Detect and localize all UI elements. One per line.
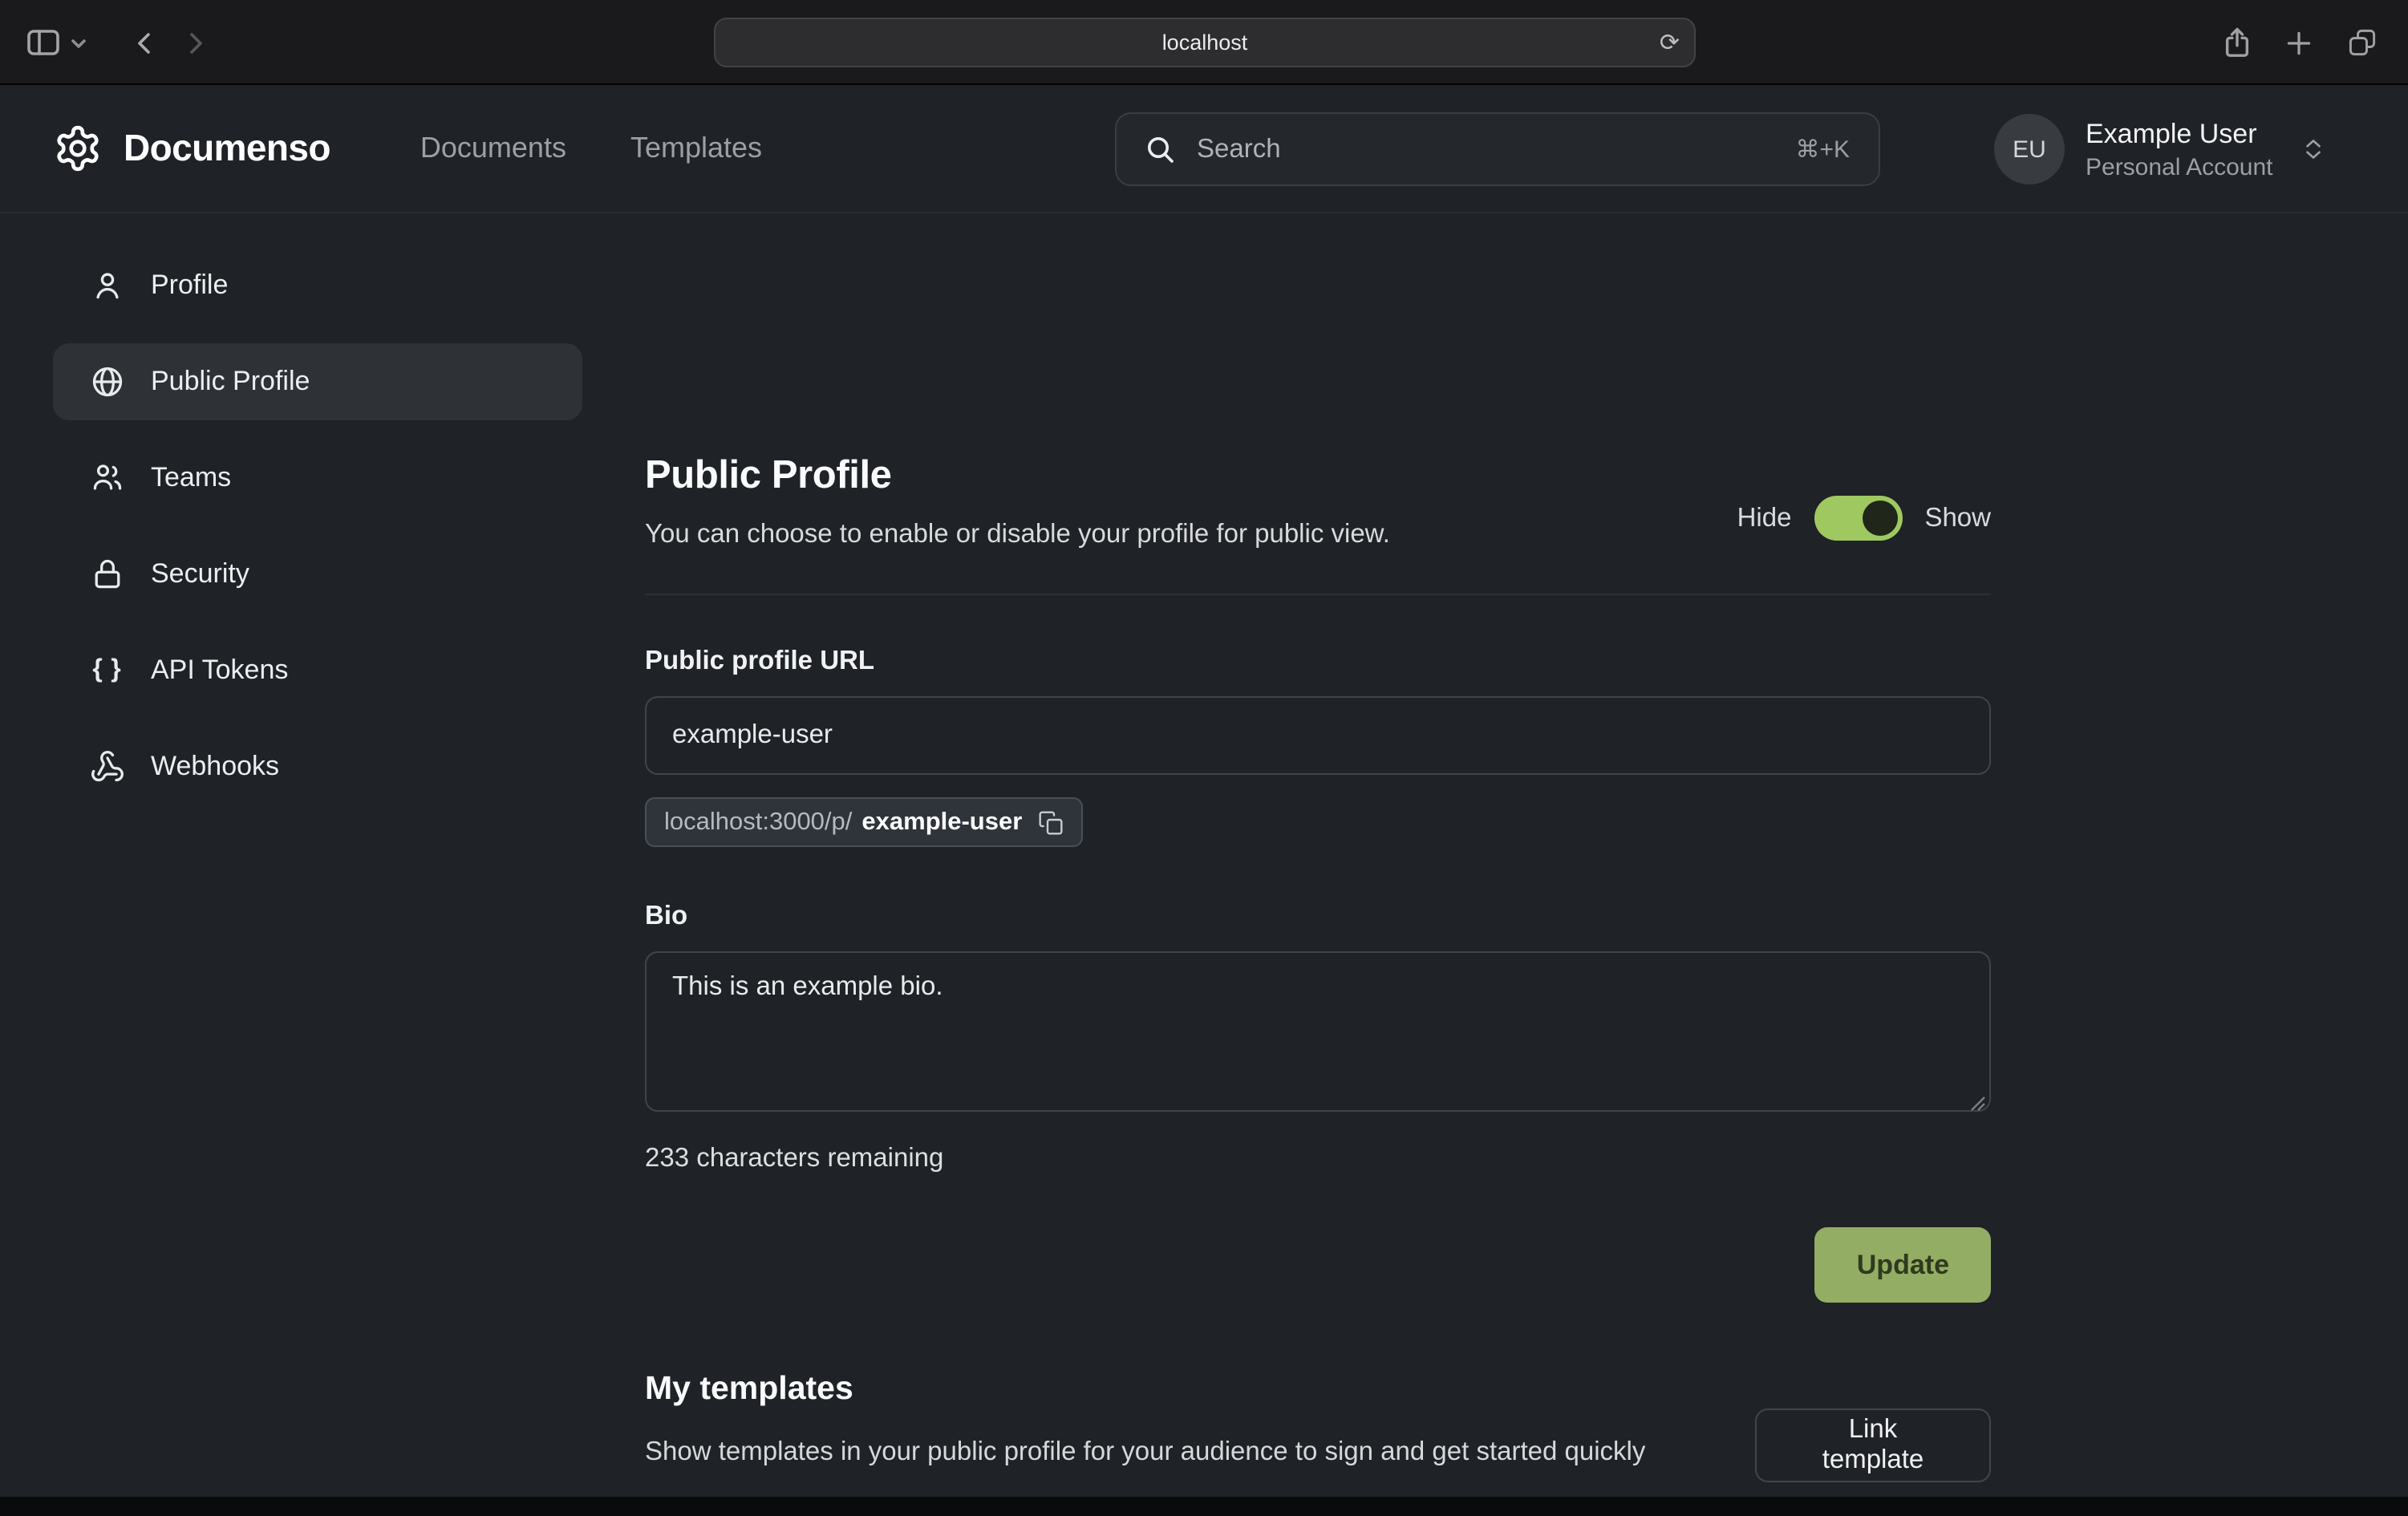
forward-icon[interactable] — [183, 28, 209, 57]
users-icon — [88, 460, 127, 496]
page-subtitle: You can choose to enable or disable your… — [645, 520, 1390, 550]
url-text: localhost — [1162, 30, 1248, 55]
sidebar-item-label: Security — [151, 558, 249, 590]
back-icon[interactable] — [132, 28, 157, 57]
braces-icon: { } — [88, 656, 127, 685]
my-templates-title: My templates — [645, 1370, 1991, 1409]
page-title: Public Profile — [645, 454, 1390, 499]
sidebar-item-label: Profile — [151, 270, 228, 302]
avatar: EU — [1994, 114, 2065, 184]
new-tab-icon[interactable] — [2284, 28, 2313, 57]
characters-remaining: 233 characters remaining — [645, 1144, 1991, 1174]
bio-textarea[interactable]: This is an example bio. — [645, 951, 1991, 1112]
top-nav: Documents Templates — [420, 132, 762, 165]
show-label: Show — [1924, 503, 1991, 533]
resize-grip[interactable] — [1970, 1096, 1986, 1112]
public-url-chip[interactable]: localhost:3000/p/ example-user — [645, 797, 1083, 847]
app-window: localhost ⟳ Documenso Documents Template… — [0, 0, 2408, 1516]
globe-icon — [88, 364, 127, 399]
reload-icon[interactable]: ⟳ — [1660, 30, 1680, 55]
app-header: Documenso Documents Templates Search ⌘+K… — [0, 85, 2408, 213]
sidebar-item-public-profile[interactable]: Public Profile — [53, 343, 582, 420]
toggle-knob — [1862, 501, 1897, 536]
address-bar[interactable]: localhost ⟳ — [714, 18, 1696, 67]
sidebar-item-label: Teams — [151, 462, 231, 494]
share-icon[interactable] — [2222, 26, 2252, 59]
browser-toolbar: localhost ⟳ — [0, 0, 2408, 85]
documenso-logo-icon — [53, 124, 103, 173]
chevrons-up-down-icon — [2299, 133, 2328, 165]
nav-documents[interactable]: Documents — [420, 132, 566, 165]
url-field-label: Public profile URL — [645, 647, 1991, 677]
app-body: Profile Public Profile Teams Security — [0, 213, 2408, 1497]
nav-templates[interactable]: Templates — [630, 132, 762, 165]
search-icon — [1145, 134, 1176, 164]
settings-sidebar: Profile Public Profile Teams Security — [53, 247, 582, 805]
divider — [645, 594, 1991, 595]
sidebar-item-profile[interactable]: Profile — [53, 247, 582, 324]
profile-visibility-toggle[interactable] — [1814, 496, 1902, 541]
url-prefix: localhost:3000/p/ — [664, 808, 852, 837]
link-template-button[interactable]: Link template — [1755, 1409, 1991, 1482]
hide-label: Hide — [1737, 503, 1792, 533]
user-name: Example User — [2086, 118, 2273, 150]
copy-icon[interactable] — [1038, 809, 1064, 835]
sidebar-panel-icon[interactable] — [26, 26, 61, 59]
sidebar-item-api-tokens[interactable]: { } API Tokens — [53, 632, 582, 709]
my-templates-description: Show templates in your public profile fo… — [645, 1431, 1755, 1482]
public-profile-settings: Public Profile You can choose to enable … — [645, 454, 1991, 1516]
sidebar-item-label: API Tokens — [151, 655, 288, 687]
update-button[interactable]: Update — [1815, 1227, 1991, 1303]
user-icon — [88, 268, 127, 303]
sidebar-item-label: Webhooks — [151, 751, 279, 783]
user-menu[interactable]: EU Example User Personal Account — [1994, 114, 2328, 184]
tab-overview-icon[interactable] — [2345, 26, 2379, 59]
panel-chevron-down-icon[interactable] — [71, 36, 87, 49]
profile-url-input[interactable] — [645, 696, 1991, 775]
search-placeholder: Search — [1197, 134, 1281, 164]
sidebar-item-teams[interactable]: Teams — [53, 440, 582, 517]
brand-name: Documenso — [124, 127, 330, 170]
lock-icon — [88, 557, 127, 592]
sidebar-item-security[interactable]: Security — [53, 536, 582, 613]
webhook-icon — [88, 749, 127, 784]
visibility-toggle-row: Hide Show — [1737, 496, 1991, 541]
search-shortcut: ⌘+K — [1795, 135, 1850, 164]
sidebar-item-label: Public Profile — [151, 366, 310, 398]
url-username: example-user — [861, 808, 1022, 837]
window-bottom-edge — [0, 1497, 2408, 1516]
sidebar-item-webhooks[interactable]: Webhooks — [53, 728, 582, 805]
user-account-type: Personal Account — [2086, 153, 2273, 180]
search-input[interactable]: Search ⌘+K — [1115, 112, 1880, 186]
bio-field-label: Bio — [645, 902, 1991, 932]
